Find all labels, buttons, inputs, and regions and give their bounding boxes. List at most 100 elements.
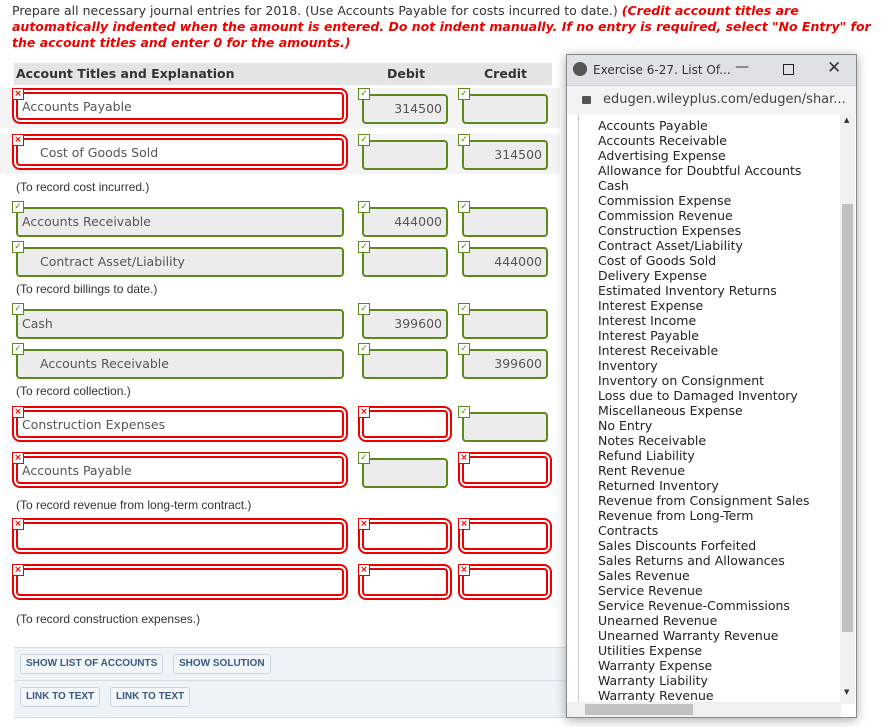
show-solution-button[interactable]: SHOW SOLUTION [173,654,271,674]
debit-input[interactable] [362,410,448,438]
check-icon: ✓ [458,201,470,213]
account-list-item[interactable]: Advertising Expense [598,148,810,163]
account-list-item[interactable]: Contract Asset/Liability [598,238,810,253]
instructions: Prepare all necessary journal entries fo… [12,3,892,51]
account-list-item[interactable]: Cash [598,178,810,193]
account-list-item[interactable]: Delivery Expense [598,268,810,283]
account-list-item[interactable]: Interest Payable [598,328,810,343]
check-icon: ✓ [12,201,24,213]
check-icon: ✓ [12,303,24,315]
popup-url: edugen.wileyplus.com/edugen/shar... [603,92,846,107]
account-list-item[interactable]: No Entry [598,418,810,433]
check-icon: ✓ [458,88,470,100]
account-input[interactable] [16,568,344,596]
account-list-item[interactable]: Interest Expense [598,298,810,313]
journal-row: Cash ✓ 399600 ✓ ✓ [0,303,560,343]
error-x-icon: × [358,518,370,530]
account-list-item[interactable]: Cost of Goods Sold [598,253,810,268]
credit-input[interactable]: 399600 [462,349,548,379]
scroll-thumb[interactable] [842,204,853,632]
address-bar[interactable]: edugen.wileyplus.com/edugen/shar... [567,85,856,114]
account-input[interactable]: Accounts Payable [16,456,344,484]
vertical-scrollbar[interactable]: ▲ ▼ [840,114,855,704]
show-list-of-accounts-button[interactable]: SHOW LIST OF ACCOUNTS [20,654,164,674]
account-input[interactable]: Contract Asset/Liability [16,247,344,277]
credit-input[interactable] [462,207,548,237]
account-input[interactable]: Accounts Receivable [16,207,344,237]
account-list-item[interactable]: Inventory [598,358,810,373]
credit-input[interactable] [462,522,548,550]
account-list-item[interactable]: Rent Revenue [598,463,810,478]
account-list-item[interactable]: Refund Liability [598,448,810,463]
maximize-button[interactable] [783,64,794,75]
account-list-item[interactable]: Commission Revenue [598,208,810,223]
account-list-item[interactable]: Notes Receivable [598,433,810,448]
account-list-item[interactable]: Sales Discounts Forfeited [598,538,810,553]
error-x-icon: × [12,88,24,100]
account-input[interactable]: Cash [16,309,344,339]
debit-input[interactable] [362,140,448,170]
account-list-item[interactable]: Estimated Inventory Returns [598,283,810,298]
account-list-item[interactable]: Revenue from Long-Term [598,508,810,523]
account-list-item[interactable]: Contracts [598,523,810,538]
account-list-item[interactable]: Warranty Liability [598,673,810,688]
account-list-item[interactable]: Warranty Expense [598,658,810,673]
account-list-item[interactable]: Interest Receivable [598,343,810,358]
credit-input[interactable] [462,456,548,484]
credit-input[interactable]: 314500 [462,140,548,170]
credit-input[interactable] [462,412,548,442]
account-list-item[interactable]: Allowance for Doubtful Accounts [598,163,810,178]
link-to-text-button[interactable]: LINK TO TEXT [20,687,101,707]
scroll-up-arrow[interactable]: ▲ [844,116,849,124]
account-list-item[interactable]: Revenue from Consignment Sales [598,493,810,508]
account-list-item[interactable]: Utilities Expense [598,643,810,658]
debit-input[interactable]: 314500 [362,94,448,124]
error-x-icon: × [458,564,470,576]
account-input[interactable]: Accounts Payable [16,92,344,120]
close-button[interactable]: ✕ [827,58,841,78]
account-input[interactable]: Accounts Receivable [16,349,344,379]
credit-input[interactable] [462,568,548,596]
account-list-item[interactable]: Service Revenue-Commissions [598,598,810,613]
col-account: Account Titles and Explanation [16,66,235,81]
credit-input[interactable] [462,309,548,339]
account-list-item[interactable]: Construction Expenses [598,223,810,238]
account-list-item[interactable]: Inventory on Consignment [598,373,810,388]
account-list-item[interactable]: Returned Inventory [598,478,810,493]
hscroll-thumb[interactable] [585,704,693,715]
account-list-item[interactable]: Accounts Receivable [598,133,810,148]
account-list-item[interactable]: Accounts Payable [598,118,810,133]
credit-input[interactable] [462,94,548,124]
account-list-item[interactable]: Miscellaneous Expense [598,403,810,418]
check-icon: ✓ [12,241,24,253]
scroll-down-arrow[interactable]: ▼ [844,688,849,696]
debit-input[interactable]: 444000 [362,207,448,237]
debit-input[interactable]: 399600 [362,309,448,339]
account-input[interactable]: Construction Expenses [16,410,344,438]
account-list-popup: Exercise 6-27. List Of... — ✕ edugen.wil… [566,54,857,718]
check-icon: ✓ [358,88,370,100]
account-list-item[interactable]: Unearned Revenue [598,613,810,628]
debit-input[interactable] [362,349,448,379]
account-list-item[interactable]: Unearned Warranty Revenue [598,628,810,643]
account-list-item[interactable]: Commission Expense [598,193,810,208]
account-list-item[interactable]: Sales Returns and Allowances [598,553,810,568]
minimize-button[interactable]: — [735,59,749,75]
account-list-item[interactable]: Warranty Revenue [598,688,810,703]
account-list-item[interactable]: Service Revenue [598,583,810,598]
link-to-text-button-2[interactable]: LINK TO TEXT [110,687,191,707]
debit-input[interactable] [362,522,448,550]
account-list-item[interactable]: Interest Income [598,313,810,328]
credit-input[interactable]: 444000 [462,247,548,277]
account-list: Accounts Payable Accounts Receivable Adver… [598,118,810,703]
horizontal-scrollbar[interactable] [567,702,841,717]
debit-input[interactable] [362,568,448,596]
error-x-icon: × [12,406,24,418]
account-list-item[interactable]: Sales Revenue [598,568,810,583]
account-list-item[interactable]: Loss due to Damaged Inventory [598,388,810,403]
account-input[interactable]: Cost of Goods Sold [16,138,344,166]
check-icon: ✓ [358,241,370,253]
debit-input[interactable] [362,458,448,488]
account-input[interactable] [16,522,344,550]
debit-input[interactable] [362,247,448,277]
